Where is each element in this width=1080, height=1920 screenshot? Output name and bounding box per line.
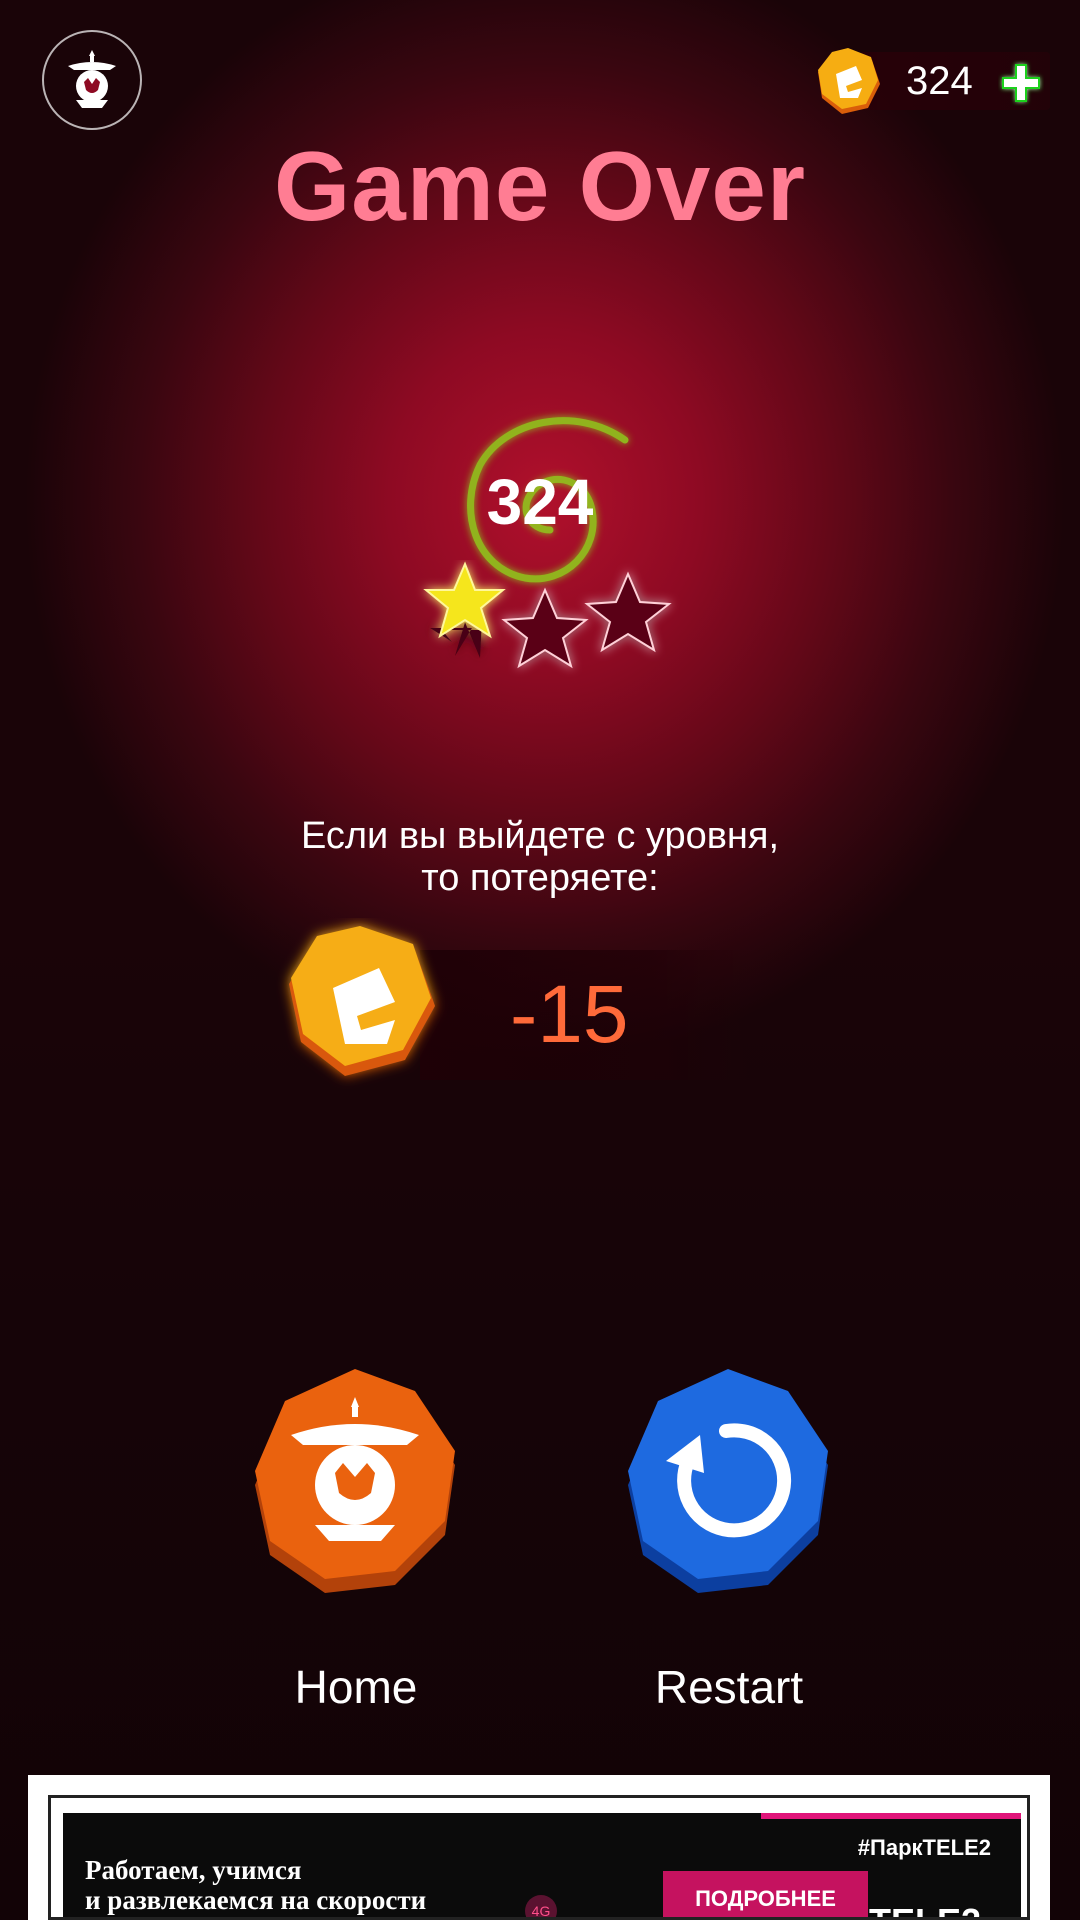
- restart-label: Restart: [654, 1661, 804, 1713]
- exit-warning: Если вы выйдете с уровня, то потеряете:: [0, 815, 1080, 899]
- plus-icon[interactable]: [998, 60, 1044, 106]
- warning-line-2: то потеряете:: [421, 857, 659, 899]
- star-1: [423, 561, 506, 658]
- coin-icon: [818, 48, 880, 114]
- ad-logo: TELE2: [869, 1901, 981, 1917]
- game-over-title: Game Over: [274, 131, 806, 241]
- coin-balance: 324: [906, 59, 973, 103]
- restart-button[interactable]: [618, 1365, 838, 1605]
- settings-button[interactable]: [42, 30, 142, 130]
- star-rating: [423, 561, 672, 669]
- warning-line-1: Если вы выйдете с уровня,: [300, 815, 780, 857]
- ad-banner[interactable]: #ПаркTELE2 Работаем, учимся и развлекаем…: [28, 1775, 1050, 1920]
- home-label: Home: [294, 1661, 418, 1713]
- ad-stripe: [761, 1813, 1021, 1819]
- ad-4g-badge: 4G: [525, 1895, 557, 1917]
- coin-icon: [289, 926, 435, 1076]
- score-value: 324: [486, 466, 594, 538]
- star-2: [501, 587, 589, 669]
- penalty-value: -15: [510, 969, 629, 1060]
- ad-text: Работаем, учимся и развлекаемся на скоро…: [85, 1855, 426, 1915]
- home-button[interactable]: [245, 1365, 465, 1605]
- ad-cta-button[interactable]: ПОДРОБНЕЕ: [663, 1871, 868, 1917]
- star-3: [584, 571, 672, 653]
- ad-background: #ПаркTELE2 Работаем, учимся и развлекаем…: [63, 1813, 1021, 1917]
- lantern-icon: [68, 50, 116, 108]
- ad-line-2: и развлекаемся на скорости: [85, 1885, 427, 1915]
- ad-line-1: Работаем, учимся: [85, 1855, 302, 1885]
- ad-frame: #ПаркTELE2 Работаем, учимся и развлекаем…: [48, 1795, 1030, 1920]
- ad-hashtag: #ПаркTELE2: [857, 1835, 991, 1860]
